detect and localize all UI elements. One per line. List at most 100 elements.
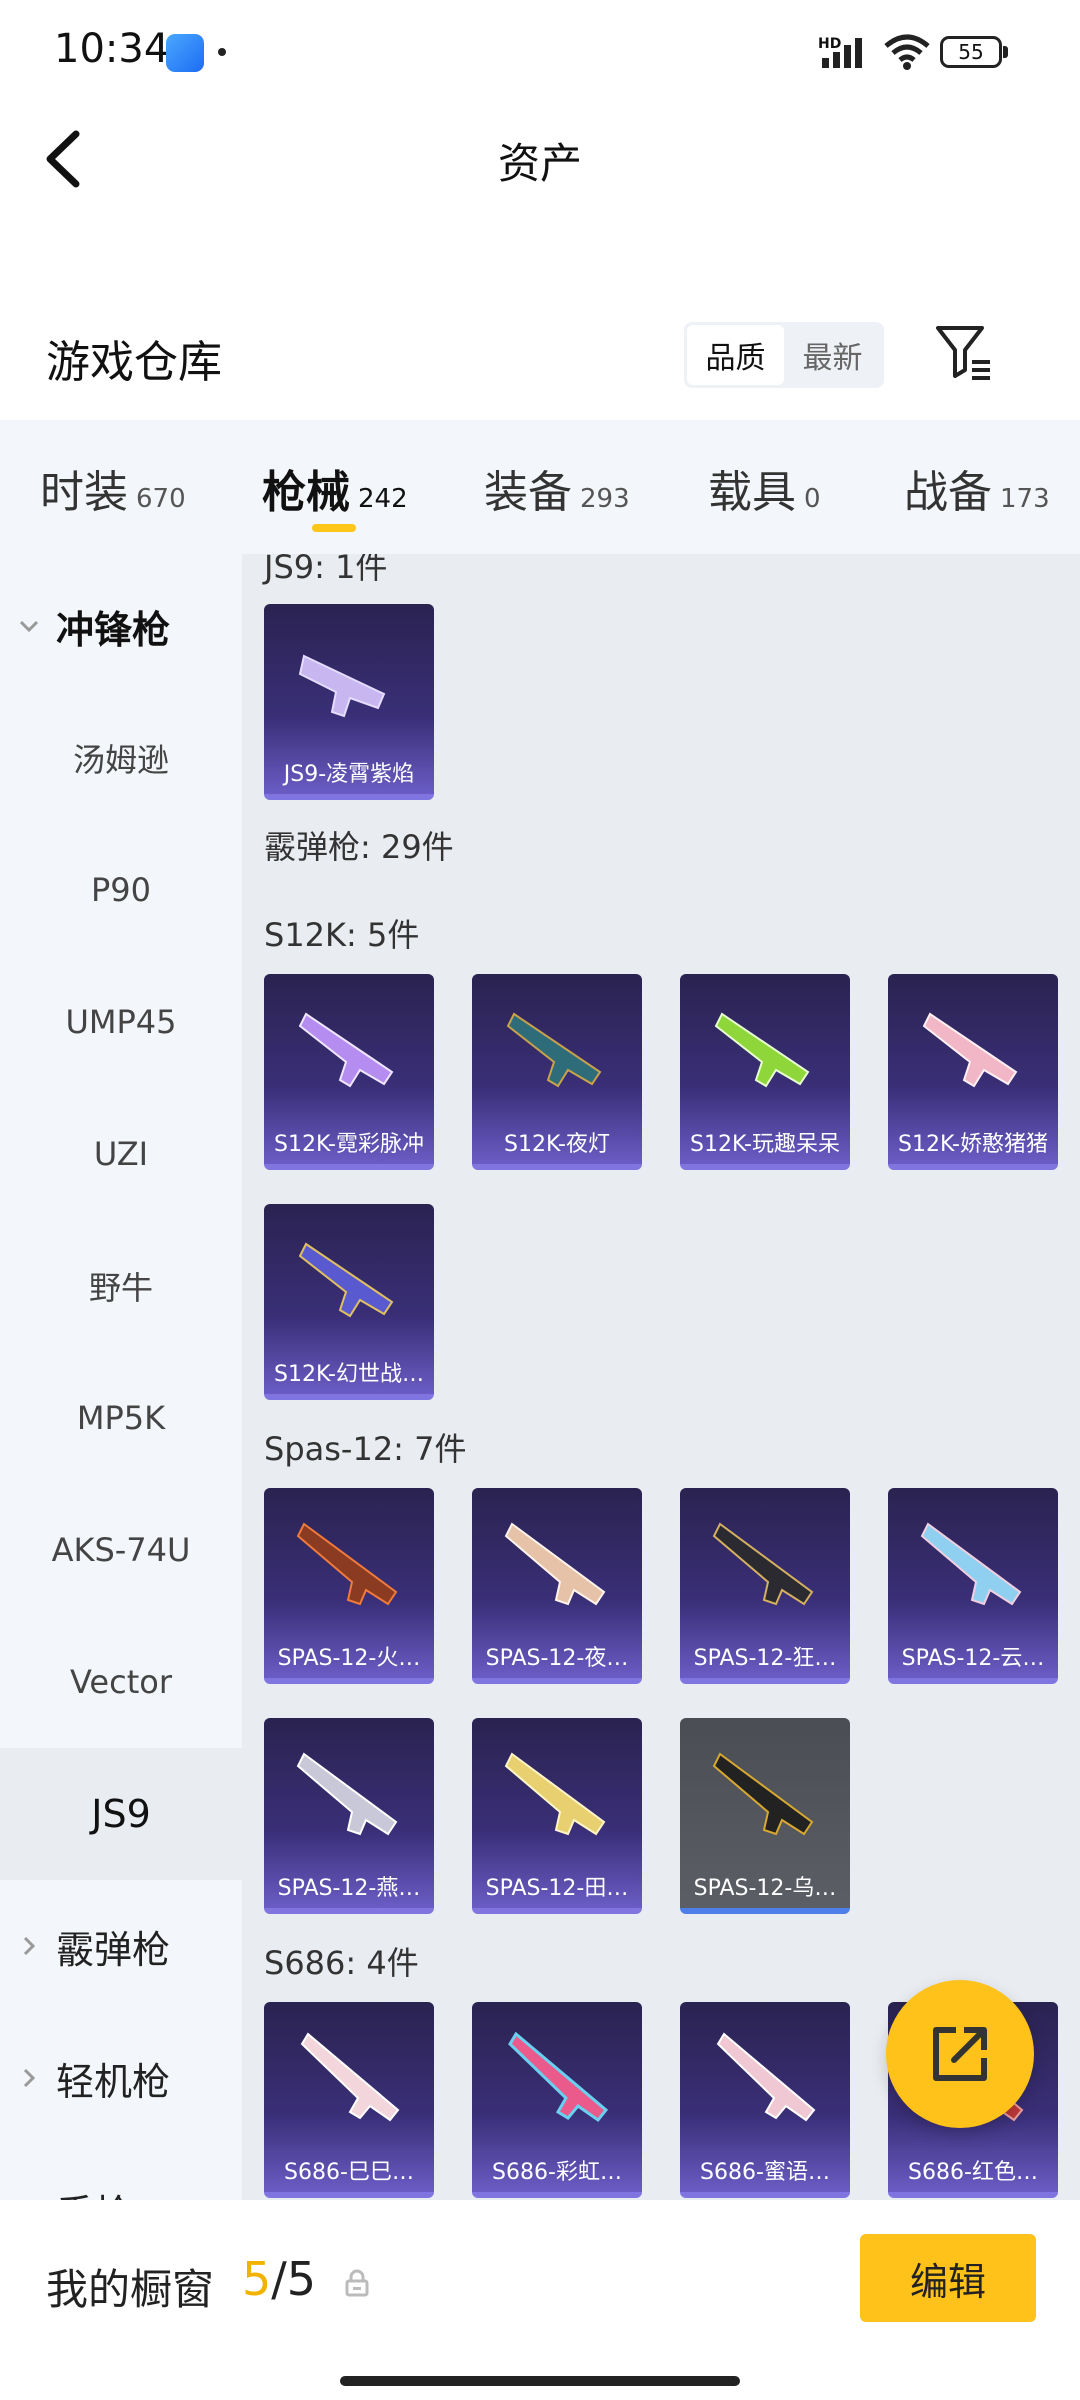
share-button[interactable]	[886, 1980, 1034, 2128]
tab-fashion[interactable]: 时装 670	[40, 456, 186, 520]
skin-name: S686-红色…	[908, 2160, 1038, 2185]
edit-button[interactable]: 编辑	[860, 2234, 1036, 2322]
weapon-icon	[296, 1522, 398, 1606]
weapon-icon	[508, 2031, 609, 2123]
skin-name: S12K-玩趣呆呆	[689, 1132, 840, 1157]
sidebar-item-mp5k[interactable]: MP5K	[0, 1352, 242, 1484]
skin-name: S12K-夜灯	[503, 1132, 610, 1157]
weapon-icon	[712, 1752, 814, 1836]
sidebar-group-shotgun[interactable]: 霰弹枪	[0, 1880, 242, 2012]
skin-card[interactable]: S12K-娇憨猪猪	[888, 974, 1058, 1170]
sidebar-group-label: 霰弹枪	[56, 1927, 171, 1972]
showcase-total: /5	[271, 2252, 317, 2306]
wifi-icon	[884, 34, 930, 70]
tab-count: 0	[804, 484, 821, 514]
skin-card[interactable]: JS9-凌霄紫焰	[264, 604, 434, 800]
battery-icon: 55	[940, 36, 1010, 68]
section-title-js9: JS9: 1件	[264, 554, 388, 586]
showcase-label: 我的橱窗	[46, 2265, 215, 2314]
skin-card[interactable]: S686-彩虹…	[472, 2002, 642, 2198]
sidebar-group-label: 手枪	[56, 2183, 132, 2201]
skin-card[interactable]: SPAS-12-云…	[888, 1488, 1058, 1684]
filter-icon[interactable]	[932, 320, 996, 384]
page-title: 资产	[497, 139, 582, 188]
sidebar-item-js9[interactable]: JS9	[0, 1748, 242, 1880]
skin-card[interactable]: S12K-夜灯	[472, 974, 642, 1170]
tab-supplies[interactable]: 战备 173	[904, 456, 1050, 520]
skin-card[interactable]: SPAS-12-狂…	[680, 1488, 850, 1684]
skin-name: SPAS-12-火…	[277, 1646, 421, 1671]
skin-name: SPAS-12-田…	[485, 1876, 629, 1901]
skin-name: JS9-凌霄紫焰	[283, 762, 415, 787]
skin-name: S686-彩虹…	[492, 2160, 622, 2185]
weapon-icon	[298, 1012, 394, 1088]
section-title-shotgun: 霰弹枪: 29件	[264, 828, 454, 866]
tab-label: 装备	[484, 467, 572, 518]
status-bar: 10:34 HD 55	[0, 0, 1080, 100]
notification-dot-icon	[218, 48, 226, 56]
tab-label: 战备	[904, 467, 992, 518]
sidebar-item-bizon[interactable]: 野牛	[0, 1220, 242, 1352]
skin-name: S686-蜜语…	[700, 2160, 830, 2185]
sidebar-item-p90[interactable]: P90	[0, 824, 242, 956]
skin-card[interactable]: SPAS-12-燕…	[264, 1718, 434, 1914]
tab-count: 242	[358, 484, 408, 514]
sort-quality-option[interactable]: 品质	[687, 325, 784, 385]
battery-level: 55	[940, 36, 1002, 68]
tab-count: 173	[1000, 484, 1050, 514]
tab-count: 293	[580, 484, 630, 514]
showcase-current: 5	[242, 2252, 272, 2306]
skin-name: SPAS-12-燕…	[277, 1876, 421, 1901]
sidebar-item-vector[interactable]: Vector	[0, 1616, 242, 1748]
sidebar-item-aks74u[interactable]: AKS-74U	[0, 1484, 242, 1616]
sidebar-item-thompson[interactable]: 汤姆逊	[0, 692, 242, 824]
active-tab-indicator	[312, 524, 356, 532]
weapon-type-sidebar: 冲锋枪 汤姆逊 P90 UMP45 UZI 野牛 MP5K AKS-74U Ve…	[0, 554, 242, 2200]
category-tabs: 时装 670 枪械 242 装备 293 载具 0 战备 173	[0, 420, 1080, 554]
tab-vehicles[interactable]: 载具 0	[708, 456, 821, 520]
section-title-s12k: S12K: 5件	[264, 916, 420, 954]
weapon-grid: JS9: 1件 JS9-凌霄紫焰 霰弹枪: 29件 S12K: 5件 S12K-…	[242, 554, 1080, 2200]
skin-card[interactable]: S686-巳巳…	[264, 2002, 434, 2198]
tab-firearms[interactable]: 枪械 242	[262, 456, 408, 520]
tab-label: 时装	[40, 467, 128, 518]
weapon-icon	[714, 1012, 810, 1088]
sidebar-group-pistol[interactable]: 手枪	[0, 2144, 242, 2201]
weapon-icon	[300, 2032, 400, 2122]
skin-card[interactable]: SPAS-12-火…	[264, 1488, 434, 1684]
showcase-count: 5/5	[242, 2252, 316, 2306]
skin-card[interactable]: SPAS-12-乌…	[680, 1718, 850, 1914]
sidebar-group-label: 冲锋枪	[56, 607, 171, 652]
lock-icon	[345, 2269, 369, 2297]
showcase-bar: 我的橱窗 5/5 编辑	[0, 2200, 1080, 2400]
section-title-spas12: Spas-12: 7件	[264, 1430, 467, 1468]
share-icon	[933, 2027, 987, 2081]
home-indicator[interactable]	[340, 2376, 740, 2386]
skin-card[interactable]: S12K-玩趣呆呆	[680, 974, 850, 1170]
weapon-icon	[296, 1752, 398, 1836]
sidebar-group-label: 轻机枪	[56, 2059, 171, 2104]
skin-card[interactable]: S12K-霓彩脉冲	[264, 974, 434, 1170]
sidebar-item-ump45[interactable]: UMP45	[0, 956, 242, 1088]
weapon-icon	[298, 654, 386, 718]
sort-toggle: 品质 最新	[684, 322, 884, 388]
skin-card[interactable]: S12K-幻世战…	[264, 1204, 434, 1400]
weapon-icon	[920, 1522, 1022, 1606]
weapon-icon	[712, 1522, 814, 1606]
sidebar-group-smg[interactable]: 冲锋枪	[0, 560, 242, 692]
sidebar-group-lmg[interactable]: 轻机枪	[0, 2012, 242, 2144]
skin-card[interactable]: SPAS-12-田…	[472, 1718, 642, 1914]
skin-card[interactable]: S686-蜜语…	[680, 2002, 850, 2198]
tab-equipment[interactable]: 装备 293	[484, 456, 630, 520]
warehouse-title: 游戏仓库	[46, 337, 222, 388]
weapon-icon	[504, 1752, 606, 1836]
sort-newest-option[interactable]: 最新	[784, 325, 881, 385]
skin-name: S12K-霓彩脉冲	[273, 1132, 424, 1157]
skin-card[interactable]: SPAS-12-夜…	[472, 1488, 642, 1684]
skin-name: S686-巳巳…	[284, 2160, 414, 2185]
app-notification-icon	[166, 34, 204, 72]
sidebar-item-uzi[interactable]: UZI	[0, 1088, 242, 1220]
weapon-icon	[716, 2032, 816, 2122]
chevron-right-icon	[23, 2068, 36, 2088]
status-time: 10:34	[54, 26, 170, 72]
